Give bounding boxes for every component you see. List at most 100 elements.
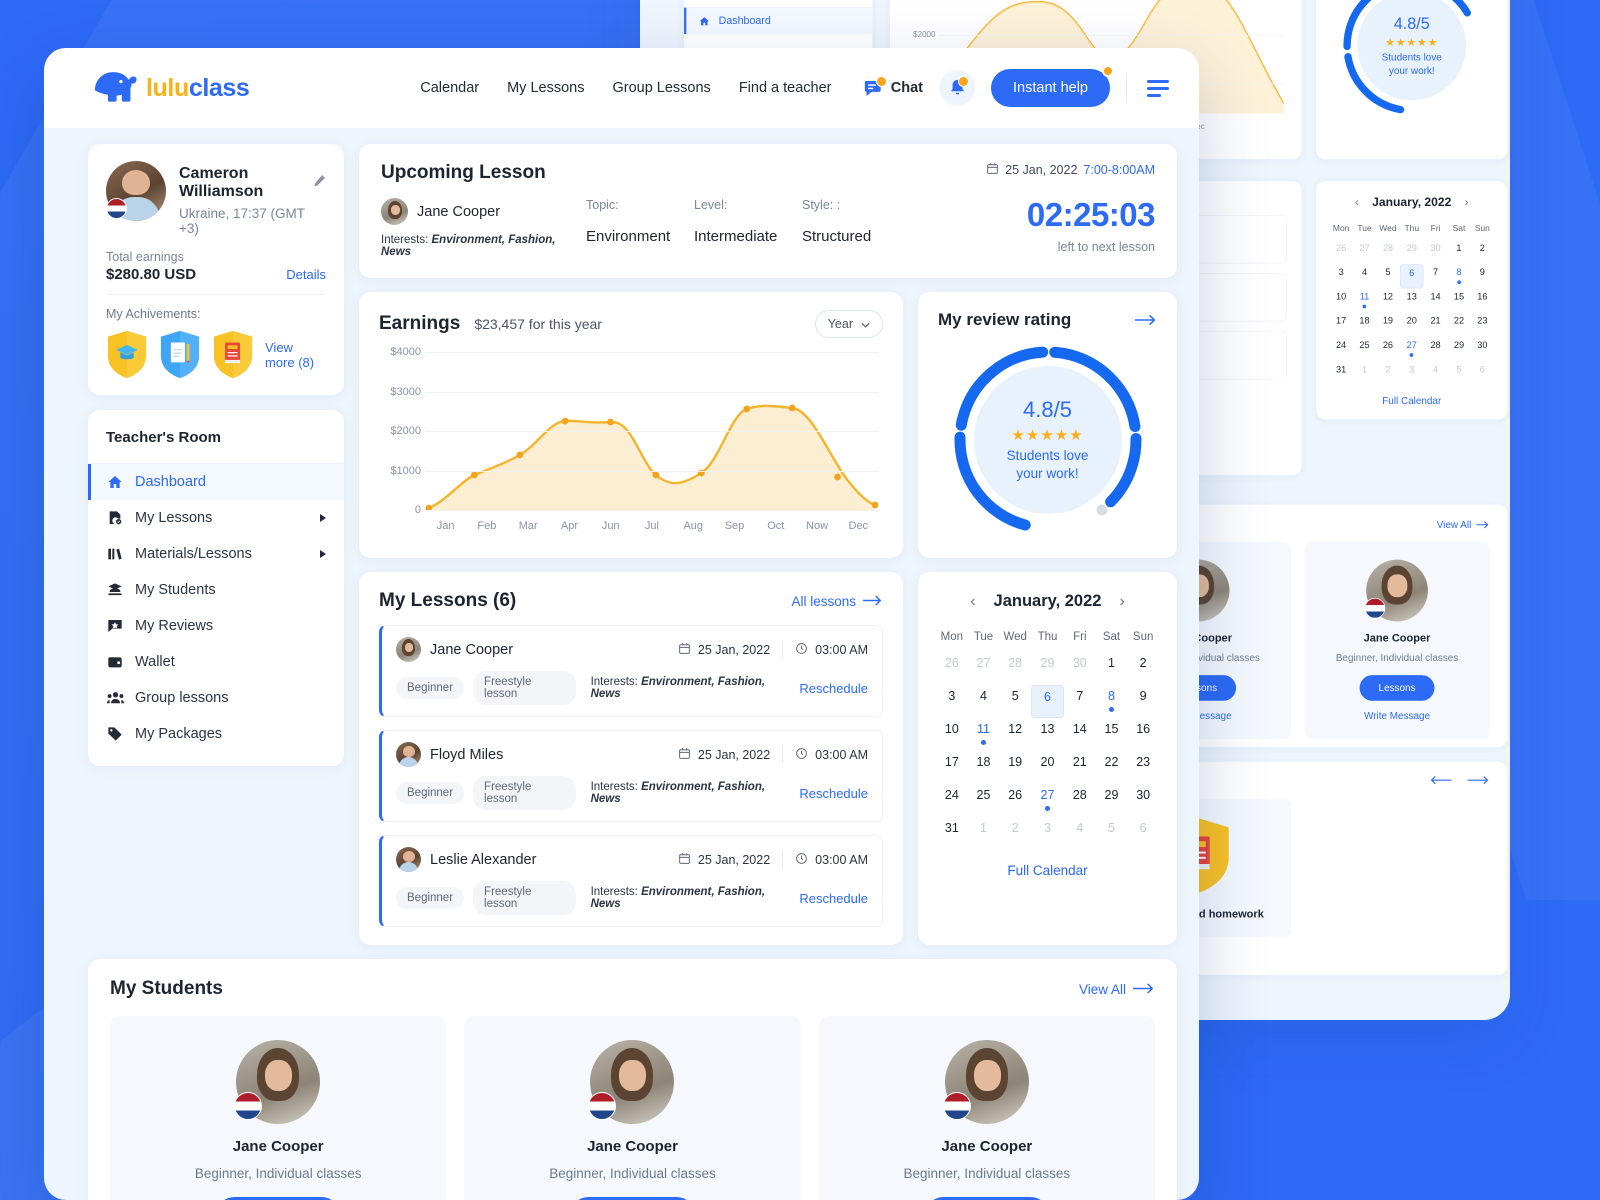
calendar-day-cell[interactable]: 4 [1064, 817, 1096, 850]
calendar-day-cell[interactable]: 1 [968, 817, 1000, 850]
calendar-day-cell[interactable]: 10 [1329, 288, 1352, 312]
calendar-day-cell[interactable]: 4 [1424, 361, 1447, 385]
calendar-day-cell[interactable]: 3 [936, 685, 968, 718]
calendar-day-cell[interactable]: 31 [1329, 361, 1352, 385]
pencil-edit-icon[interactable] [313, 174, 326, 192]
calendar-day-cell[interactable]: 15 [1096, 718, 1128, 751]
student-card[interactable]: Jane Cooper Beginner, Individual classes… [464, 1016, 801, 1200]
brand-logo[interactable]: luluclass [88, 64, 388, 113]
calendar-day-cell[interactable]: 12 [999, 718, 1031, 751]
calendar-day-cell[interactable]: 29 [1447, 337, 1470, 361]
calendar-day-cell[interactable]: 2 [999, 817, 1031, 850]
calendar-day-cell[interactable]: 27 [1353, 240, 1376, 264]
graduation-cap-badge[interactable] [106, 330, 148, 379]
calendar-day-cell[interactable]: 9 [1471, 264, 1494, 288]
student-card[interactable]: Jane Cooper Beginner, Individual classes… [110, 1016, 447, 1200]
sidebar-item-group-lessons[interactable]: Group lessons [88, 680, 344, 716]
calendar-day-cell[interactable]: 20 [1400, 313, 1424, 337]
calendar-day-cell[interactable]: 30 [1424, 240, 1447, 264]
lesson-row[interactable]: Leslie Alexander 25 Jan, 2022 03:00 AM B… [379, 835, 883, 927]
calendar-day-cell[interactable]: 28 [1424, 337, 1447, 361]
details-link[interactable]: Details [286, 267, 326, 282]
calendar-day-cell[interactable]: 22 [1447, 313, 1470, 337]
calendar-day-cell[interactable]: 14 [1064, 718, 1096, 751]
calendar-day-cell[interactable]: 22 [1096, 751, 1128, 784]
calendar-day-cell[interactable]: 9 [1127, 685, 1159, 718]
calendar-day-cell[interactable]: 23 [1471, 313, 1494, 337]
calendar-day-cell[interactable]: 17 [1329, 313, 1352, 337]
calendar-day-cell[interactable]: 3 [1400, 361, 1424, 385]
calendar-day-cell[interactable]: 1 [1096, 652, 1128, 685]
calendar-day-cell[interactable]: 21 [1064, 751, 1096, 784]
calendar-day-cell[interactable]: 30 [1064, 652, 1096, 685]
sidebar-item-my-reviews[interactable]: My Reviews [88, 608, 344, 644]
sidebar-item-my-lessons[interactable]: My Lessons [88, 500, 344, 536]
reschedule-link[interactable]: Reschedule [799, 891, 868, 906]
calendar-day-cell[interactable]: 29 [1400, 240, 1424, 264]
hamburger-menu-icon[interactable] [1143, 76, 1173, 101]
calendar-day-cell[interactable]: 31 [936, 817, 968, 850]
range-select[interactable]: Year [814, 310, 883, 338]
arrow-right-icon[interactable] [1135, 311, 1157, 330]
calendar-day-cell[interactable]: 24 [936, 784, 968, 817]
full-calendar-link[interactable]: Full Calendar [936, 863, 1159, 878]
calendar-day-cell[interactable]: 10 [936, 718, 968, 751]
sidebar-item-dashboard[interactable]: Dashboard [88, 464, 344, 500]
book-badge[interactable] [212, 330, 254, 379]
calendar-day-cell[interactable]: 28 [1376, 240, 1399, 264]
calendar-day-cell[interactable]: 28 [999, 652, 1031, 685]
calendar-day-cell[interactable]: 20 [1031, 751, 1064, 784]
calendar-day-cell[interactable]: 13 [1400, 288, 1424, 312]
calendar-day-cell[interactable]: 5 [999, 685, 1031, 718]
students-view-all-link[interactable]: View All [1079, 982, 1155, 997]
calendar-day-cell[interactable]: 30 [1471, 337, 1494, 361]
calendar-day-cell[interactable]: 26 [999, 784, 1031, 817]
calendar-day-cell[interactable]: 11 [1353, 288, 1376, 312]
calendar-day-cell[interactable]: 7 [1064, 685, 1096, 718]
calendar-day-cell[interactable]: 11 [968, 718, 1000, 751]
sidebar-item-my-packages[interactable]: My Packages [88, 716, 344, 752]
calendar-day-cell[interactable]: 30 [1127, 784, 1159, 817]
sidebar-item-materials-lessons[interactable]: Materials/Lessons [88, 536, 344, 572]
sidebar-item-my-students[interactable]: My Students [88, 572, 344, 608]
chat-button[interactable]: Chat [864, 75, 923, 98]
calendar-day-cell[interactable]: 24 [1329, 337, 1352, 361]
all-lessons-link[interactable]: All lessons [791, 594, 883, 609]
calendar-day-cell[interactable]: 5 [1376, 264, 1399, 288]
calendar-day-cell[interactable]: 25 [1353, 337, 1376, 361]
calendar-day-cell[interactable]: 21 [1424, 313, 1447, 337]
notifications-button[interactable] [939, 70, 976, 106]
nav-calendar[interactable]: Calendar [420, 80, 479, 96]
lesson-row[interactable]: Jane Cooper 25 Jan, 2022 03:00 AM Beginn… [379, 625, 883, 717]
calendar-day-cell[interactable]: 17 [936, 751, 968, 784]
calendar-day-cell[interactable]: 2 [1376, 361, 1399, 385]
calendar-day-cell[interactable]: 1 [1353, 361, 1376, 385]
calendar-day-cell[interactable]: 6 [1031, 685, 1064, 718]
sidebar-item-wallet[interactable]: Wallet [88, 644, 344, 680]
calendar-day-cell[interactable]: 3 [1329, 264, 1352, 288]
calendar-grid[interactable]: Mon Tue Wed Thu Fri Sat Sun 26 27 28 29 30 1 2 3 4 5 6 7 8 9… [936, 625, 1159, 850]
calendar-day-cell[interactable]: 5 [1096, 817, 1128, 850]
calendar-day-cell[interactable]: 4 [968, 685, 1000, 718]
calendar-day-cell[interactable]: 16 [1127, 718, 1159, 751]
calendar-day-cell[interactable]: 25 [968, 784, 1000, 817]
calendar-day-cell[interactable]: 5 [1447, 361, 1470, 385]
nav-group-lessons[interactable]: Group Lessons [612, 80, 710, 96]
calendar-day-cell[interactable]: 16 [1471, 288, 1494, 312]
calendar-day-cell[interactable]: 26 [1376, 337, 1399, 361]
calendar-day-cell[interactable]: 19 [1376, 313, 1399, 337]
calendar-day-cell[interactable]: 4 [1353, 264, 1376, 288]
calendar-day-cell[interactable]: 27 [1031, 784, 1064, 817]
calendar-day-cell[interactable]: 1 [1447, 240, 1470, 264]
calendar-day-cell[interactable]: 18 [968, 751, 1000, 784]
calendar-day-cell[interactable]: 8 [1096, 685, 1128, 718]
certificate-badge[interactable] [159, 330, 201, 379]
calendar-day-cell[interactable]: 14 [1424, 288, 1447, 312]
calendar-day-cell[interactable]: 15 [1447, 288, 1470, 312]
calendar-day-cell[interactable]: 23 [1127, 751, 1159, 784]
calendar-day-cell[interactable]: 8 [1447, 264, 1470, 288]
calendar-day-cell[interactable]: 26 [1329, 240, 1352, 264]
calendar-day-cell[interactable]: 27 [968, 652, 1000, 685]
calendar-day-cell[interactable]: 18 [1353, 313, 1376, 337]
student-card[interactable]: Jane Cooper Beginner, Individual classes… [818, 1016, 1155, 1200]
